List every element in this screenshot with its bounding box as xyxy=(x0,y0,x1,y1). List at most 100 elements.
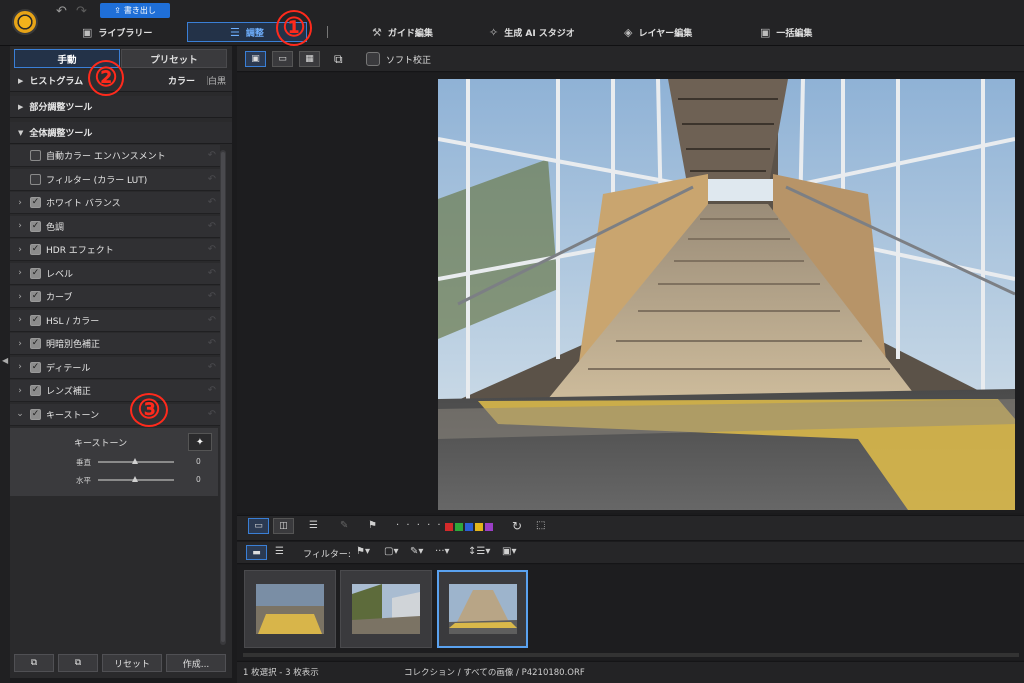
purple-label[interactable] xyxy=(485,523,493,531)
tool-checkbox[interactable]: ✓ xyxy=(30,197,41,208)
reset-button[interactable]: リセット xyxy=(102,654,162,672)
pen-icon[interactable]: ✎ xyxy=(340,520,348,531)
copy-settings-button[interactable]: ⧉ xyxy=(58,654,98,672)
rotate-icon[interactable]: ↻ xyxy=(512,519,522,533)
reset-tool-icon[interactable]: ↶ xyxy=(208,409,216,420)
tool-row[interactable]: フィルター (カラー LUT) ↶ xyxy=(10,168,220,191)
reset-tool-icon[interactable]: ↶ xyxy=(208,315,216,326)
tool-checkbox[interactable]: ✓ xyxy=(30,220,41,232)
chevron-right-icon[interactable]: › xyxy=(10,362,30,372)
partial-tools-section[interactable]: ▶ 部分調整ツール xyxy=(10,96,232,118)
collapse-panel-icon[interactable]: ◀ xyxy=(2,356,8,365)
auto-keystone-wand-icon[interactable]: ✦ xyxy=(188,433,212,451)
tool-checkbox[interactable]: ✓ xyxy=(30,361,41,373)
histogram-mode-mono[interactable]: 白黒 xyxy=(208,74,226,87)
reset-tool-icon[interactable]: ↶ xyxy=(208,244,216,255)
yellow-label[interactable] xyxy=(475,523,483,531)
vertical-value[interactable]: 0 xyxy=(196,457,201,466)
create-button[interactable]: 作成... xyxy=(166,654,226,672)
reset-tool-icon[interactable]: ↶ xyxy=(208,362,216,373)
tool-checkbox[interactable]: ✓ xyxy=(30,267,41,279)
single-image-button[interactable]: ▭ xyxy=(248,518,269,534)
list-view-icon[interactable]: ☰ xyxy=(275,546,284,557)
flag-filter-dropdown[interactable]: ⚑▾ xyxy=(356,546,370,557)
chevron-right-icon[interactable]: › xyxy=(10,315,30,325)
single-view-button[interactable]: ▣ xyxy=(245,51,266,67)
tool-checkbox[interactable] xyxy=(30,150,41,161)
tool-row[interactable]: › ✓ 明暗別色補正 ↶ xyxy=(10,333,220,355)
thumbnail-2[interactable] xyxy=(340,570,432,648)
green-label[interactable] xyxy=(455,523,463,531)
reset-tool-icon[interactable]: ↶ xyxy=(208,150,216,161)
vertical-slider-knob[interactable] xyxy=(132,458,138,464)
tool-checkbox[interactable]: ✓ xyxy=(30,385,41,396)
blue-label[interactable] xyxy=(465,523,473,531)
stars-dots-icon[interactable]: · · · · · xyxy=(396,520,443,531)
rating-filter-dropdown[interactable]: ···▾ xyxy=(435,546,450,557)
grid-view-button[interactable]: ▦ xyxy=(299,51,320,67)
horizontal-slider-knob[interactable] xyxy=(132,476,138,482)
reset-tool-icon[interactable]: ↶ xyxy=(208,291,216,302)
red-label[interactable] xyxy=(445,523,453,531)
thumbnail-3-selected[interactable] xyxy=(437,570,528,648)
tab-preset[interactable]: プリセット xyxy=(121,49,227,68)
tool-checkbox[interactable]: ✓ xyxy=(30,291,41,302)
soft-proof-checkbox[interactable] xyxy=(366,52,380,66)
reset-tool-icon[interactable]: ↶ xyxy=(208,174,216,185)
filmstrip-view-button[interactable]: ▭ xyxy=(272,51,293,67)
tool-row[interactable]: ⌄ ✓ キーストーン ↶ xyxy=(10,403,220,426)
compare-button[interactable]: ⧉ xyxy=(14,654,54,672)
tool-checkbox[interactable]: ✓ xyxy=(30,314,41,326)
crop-warning-icon[interactable]: ⬚ xyxy=(536,520,545,531)
tool-row[interactable]: › ✓ ディテール ↶ xyxy=(10,356,220,379)
chevron-right-icon[interactable]: › xyxy=(10,268,30,278)
reset-tool-icon[interactable]: ↶ xyxy=(208,197,216,208)
tool-checkbox[interactable]: ✓ xyxy=(30,244,41,255)
main-photo[interactable] xyxy=(438,79,1015,510)
second-monitor-icon[interactable]: ⧉ xyxy=(334,52,343,67)
thumbnail-1[interactable] xyxy=(244,570,336,648)
export-button[interactable]: ⇪ 書き出し xyxy=(100,3,170,18)
global-tools-section[interactable]: ▼ 全体調整ツール xyxy=(10,122,232,144)
reset-tool-icon[interactable]: ↶ xyxy=(208,268,216,279)
tool-row[interactable]: › ✓ ホワイト バランス ↶ xyxy=(10,192,220,214)
chevron-down-icon[interactable]: ⌄ xyxy=(10,409,30,419)
tab-ai-studio[interactable]: ✧ 生成 AI スタジオ xyxy=(489,22,575,42)
tab-batch-edit[interactable]: ▣ 一括編集 xyxy=(760,22,812,42)
tool-checkbox[interactable]: ✓ xyxy=(30,338,41,349)
chevron-right-icon[interactable]: › xyxy=(10,339,30,349)
reset-tool-icon[interactable]: ↶ xyxy=(208,385,216,396)
tool-checkbox[interactable]: ✓ xyxy=(30,408,41,420)
reset-tool-icon[interactable]: ↶ xyxy=(208,338,216,349)
sort-dropdown[interactable]: ↕☰▾ xyxy=(468,546,490,557)
horizontal-value[interactable]: 0 xyxy=(196,475,201,484)
stack-dropdown[interactable]: ▣▾ xyxy=(502,546,516,557)
filmstrip-scrollbar[interactable] xyxy=(243,653,1019,657)
chevron-right-icon[interactable]: › xyxy=(10,245,30,255)
rating-sort-icon[interactable]: ☰ xyxy=(309,520,318,531)
tab-library[interactable]: ▣ ライブラリー xyxy=(82,22,152,42)
tool-row[interactable]: 自動カラー エンハンスメント ↶ xyxy=(10,145,220,167)
edit-filter-dropdown[interactable]: ✎▾ xyxy=(410,546,423,557)
color-labels[interactable] xyxy=(445,523,495,534)
tab-layer-edit[interactable]: ◈ レイヤー編集 xyxy=(624,22,692,42)
undo-icon[interactable]: ↶ xyxy=(56,4,67,19)
tool-row[interactable]: › ✓ HSL / カラー ↶ xyxy=(10,309,220,332)
chevron-right-icon[interactable]: › xyxy=(10,292,30,302)
tool-checkbox[interactable] xyxy=(30,173,41,185)
frame-filter-dropdown[interactable]: ▢▾ xyxy=(384,546,398,557)
chevron-right-icon[interactable]: › xyxy=(10,221,30,231)
tool-row[interactable]: › ✓ 色調 ↶ xyxy=(10,215,220,238)
tool-row[interactable]: › ✓ カーブ ↶ xyxy=(10,286,220,308)
chevron-right-icon[interactable]: › xyxy=(10,386,30,396)
panel-scroll-thumb[interactable] xyxy=(221,152,225,642)
tool-row[interactable]: › ✓ レベル ↶ xyxy=(10,262,220,285)
redo-icon[interactable]: ↷ xyxy=(76,4,87,19)
compare-image-button[interactable]: ◫ xyxy=(273,518,294,534)
tool-row[interactable]: › ✓ レンズ補正 ↶ xyxy=(10,380,220,402)
thumbnail-strip-button[interactable]: ▬ xyxy=(246,545,267,560)
reset-tool-icon[interactable]: ↶ xyxy=(208,221,216,232)
tool-row[interactable]: › ✓ HDR エフェクト ↶ xyxy=(10,239,220,261)
tab-guided-edit[interactable]: ⚒ ガイド編集 xyxy=(372,22,433,42)
flag-icon[interactable]: ⚑ xyxy=(368,520,377,531)
